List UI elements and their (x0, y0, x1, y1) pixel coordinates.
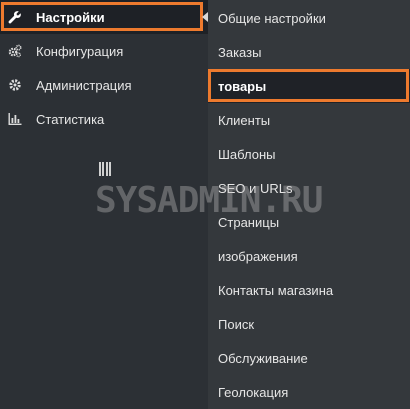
resize-handle-icon[interactable] (99, 162, 111, 176)
submenu-item-maintenance[interactable]: Обслуживание (208, 341, 410, 375)
submenu-item-label: Геолокация (218, 384, 289, 400)
gears-icon (8, 44, 22, 58)
submenu-item-label: SEO и URLs (218, 180, 293, 196)
menu-item-configuration[interactable]: Конфигурация (0, 34, 208, 68)
menu-item-label: Конфигурация (36, 43, 124, 59)
menu-item-label: Администрация (36, 77, 132, 93)
submenu-item-images[interactable]: изображения (208, 239, 410, 273)
submenu-item-label: Обслуживание (218, 350, 308, 366)
bar-chart-icon (8, 112, 22, 126)
submenu-item-label: изображения (218, 248, 298, 264)
submenu-item-label: Поиск (218, 316, 255, 332)
submenu-item-orders[interactable]: Заказы (208, 35, 410, 69)
menu-item-label: Статистика (36, 111, 105, 127)
main-menu: Настройки Конфигурация Администрация Ста… (0, 0, 208, 409)
submenu-item-customers[interactable]: Клиенты (208, 103, 410, 137)
submenu-item-products[interactable]: товары (208, 69, 410, 103)
menu-item-statistics[interactable]: Статистика (0, 102, 208, 136)
submenu-item-label: Страницы (218, 214, 280, 230)
submenu-item-label: Контакты магазина (218, 282, 334, 298)
submenu-item-general[interactable]: Общие настройки (208, 1, 410, 35)
submenu-item-label: Шаблоны (218, 146, 276, 162)
gear-icon (8, 78, 22, 92)
admin-menu-screen: Настройки Конфигурация Администрация Ста… (0, 0, 410, 409)
menu-item-label: Настройки (36, 9, 105, 25)
submenu-item-pages[interactable]: Страницы (208, 205, 410, 239)
submenu-item-label: Общие настройки (218, 10, 326, 26)
submenu-item-templates[interactable]: Шаблоны (208, 137, 410, 171)
submenu-item-label: товары (218, 78, 267, 94)
submenu-item-label: Клиенты (218, 112, 271, 128)
submenu-item-seo-urls[interactable]: SEO и URLs (208, 171, 410, 205)
wrench-icon (8, 10, 22, 24)
submenu-item-search[interactable]: Поиск (208, 307, 410, 341)
settings-submenu: Общие настройки Заказы товары Клиенты Ша… (208, 0, 410, 409)
submenu-item-store-contacts[interactable]: Контакты магазина (208, 273, 410, 307)
submenu-item-label: Заказы (218, 44, 262, 60)
menu-item-administration[interactable]: Администрация (0, 68, 208, 102)
menu-item-settings[interactable]: Настройки (0, 0, 208, 34)
submenu-item-geolocation[interactable]: Геолокация (208, 375, 410, 409)
